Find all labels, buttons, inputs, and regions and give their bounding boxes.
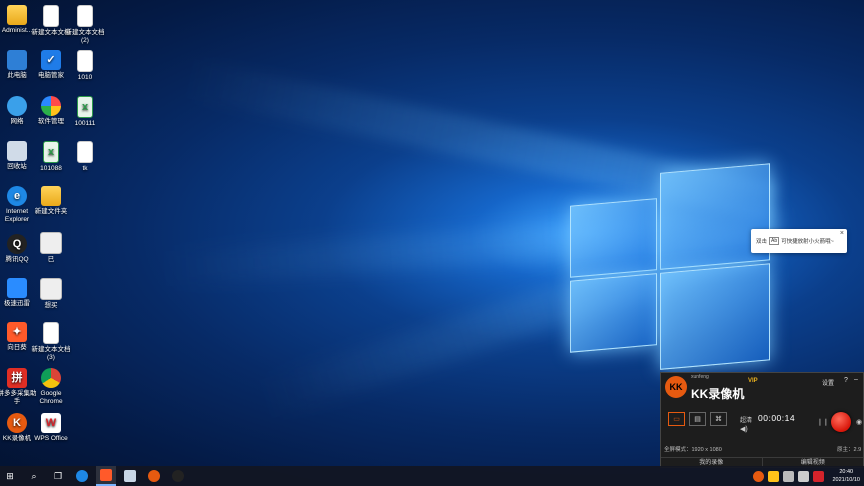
recycle-bin-icon (7, 141, 27, 161)
notification-prefix: 双击 (756, 239, 768, 245)
network-icon (7, 96, 27, 116)
source-info: 原主：2.9 (837, 447, 862, 453)
chrome-icon (41, 368, 61, 388)
text-document-icon (43, 5, 59, 27)
folder-icon (7, 5, 27, 25)
desktop-icon-1010[interactable]: 1010 (63, 50, 107, 82)
tray-network-icon[interactable] (783, 470, 795, 482)
xunlei-icon (7, 278, 27, 298)
windows-logo-wallpaper (570, 163, 770, 380)
kk-brand-text: xunfeng (691, 374, 709, 380)
desktop-icon-label: tk (82, 165, 88, 172)
desktop-icon-label: Google Chrome (39, 390, 63, 405)
vip-badge[interactable]: VIP (748, 378, 758, 384)
kk-recorder-window: KK xunfeng KK录像机 VIP 设置 ? – ▭ ▤ ⌘ 超清 00:… (660, 372, 864, 470)
text-document-icon (77, 141, 93, 163)
settings-button[interactable]: 设置 (822, 378, 834, 387)
desktop-icon-label: 已 (47, 256, 55, 263)
taskbar-kk-recorder-icon[interactable] (144, 466, 164, 486)
volume-icon[interactable]: ◀) (740, 425, 748, 433)
text-document-icon (43, 322, 59, 344)
qq-icon: Q (7, 234, 27, 254)
computer-icon (7, 50, 27, 70)
pc-manager-icon: ✓ (41, 50, 61, 70)
text-document-icon (77, 5, 93, 27)
text-document-icon (77, 50, 93, 72)
record-mode-group: ▭ ▤ ⌘ (668, 412, 727, 426)
excel-document-icon: x (43, 141, 59, 163)
wps-office-icon: W (41, 413, 61, 433)
tray-wps-icon[interactable] (813, 470, 825, 482)
taskbar-sunlogin-icon[interactable] (96, 466, 116, 486)
desktop-icon-text-doc-2[interactable]: 新建文本文档 (2) (63, 5, 107, 45)
desktop-icon-label: 新建文件夹 (34, 208, 68, 215)
image-file-icon (40, 278, 62, 300)
desktop-icon-label: 1010 (77, 74, 93, 81)
folder-icon (41, 186, 61, 206)
software-manager-icon (41, 96, 61, 116)
desktop-icon-label: WPS Office (34, 435, 68, 442)
desktop-icon-wps[interactable]: W WPS Office (29, 413, 73, 443)
pinduoduo-icon: 拼 (7, 368, 27, 388)
notification-key-badge: Ab (769, 237, 780, 245)
desktop-icon-chrome[interactable]: Google Chrome (29, 368, 73, 406)
minimize-button[interactable]: – (854, 376, 858, 383)
desktop-icon-image-yi[interactable]: 已 (29, 232, 73, 264)
window-mode-button[interactable]: ▤ (689, 412, 706, 426)
taskbar-app-icon[interactable] (120, 466, 140, 486)
desktop-icon-label: 新建文本文档 (3) (31, 346, 71, 361)
help-button[interactable]: ? (844, 377, 848, 384)
system-tray: 20:40 2021/10/10 (751, 466, 864, 486)
start-button[interactable]: ⊞ (0, 466, 20, 486)
search-button[interactable]: ⌕ (24, 466, 44, 486)
tray-app-icon[interactable] (768, 470, 780, 482)
record-button[interactable] (831, 412, 851, 432)
desktop-icon-tk[interactable]: tk (63, 141, 107, 173)
pause-button[interactable]: ❙❙ (817, 418, 829, 426)
taskbar: ⊞ ⌕ ❐ 20:40 2021/10/10 (0, 466, 864, 486)
notification-text: 可快捷放射小火箭哦~ (781, 239, 834, 245)
taskbar-qq-icon[interactable] (168, 466, 188, 486)
desktop-icon-image-xiangmai[interactable]: 想买 (29, 278, 73, 310)
notification-close-button[interactable]: × (840, 230, 844, 237)
tray-kk-icon[interactable] (753, 470, 765, 482)
quality-selector[interactable]: 超清 (740, 415, 752, 424)
kk-recorder-icon: K (7, 413, 27, 433)
game-mode-button[interactable]: ⌘ (710, 412, 727, 426)
screenshot-camera-icon[interactable]: ◉ (856, 418, 862, 426)
taskbar-edge-icon[interactable] (72, 466, 92, 486)
image-file-icon (40, 232, 62, 254)
kk-logo-icon: KK (665, 376, 687, 398)
taskbar-clock[interactable]: 20:40 2021/10/10 (832, 468, 860, 484)
desktop-icon-text-doc-3[interactable]: 新建文本文档 (3) (29, 322, 73, 362)
kk-title: KK录像机 (691, 387, 745, 401)
kk-controls: ▭ ▤ ⌘ 超清 00:00:14 ◀) ❙❙ ◉ (661, 409, 863, 439)
desktop-icon-new-folder[interactable]: 新建文件夹 (29, 186, 73, 216)
sunlogin-icon: ✦ (7, 322, 27, 342)
clock-date: 2021/10/10 (832, 477, 860, 483)
excel-document-icon: x (77, 96, 93, 118)
record-timer: 00:00:14 (758, 413, 796, 423)
internet-explorer-icon: e (7, 186, 27, 206)
desktop-icon-100111[interactable]: x 100111 (63, 96, 107, 128)
kk-header: KK xunfeng KK录像机 VIP 设置 ? – (661, 373, 863, 403)
capture-mode-info: 全屏模式：1920 x 1080 (664, 447, 722, 453)
desktop-icon-label: 想买 (44, 302, 58, 309)
desktop-icon-label: 100111 (74, 120, 96, 127)
desktop-icon-label: 新建文本文档 (2) (65, 29, 105, 44)
task-view-button[interactable]: ❐ (48, 466, 68, 486)
fullscreen-mode-button[interactable]: ▭ (668, 412, 685, 426)
notification-popup: 双击 Ab 可快捷放射小火箭哦~ × (751, 229, 847, 253)
tray-volume-icon[interactable] (798, 470, 810, 482)
clock-time: 20:40 (839, 469, 854, 475)
